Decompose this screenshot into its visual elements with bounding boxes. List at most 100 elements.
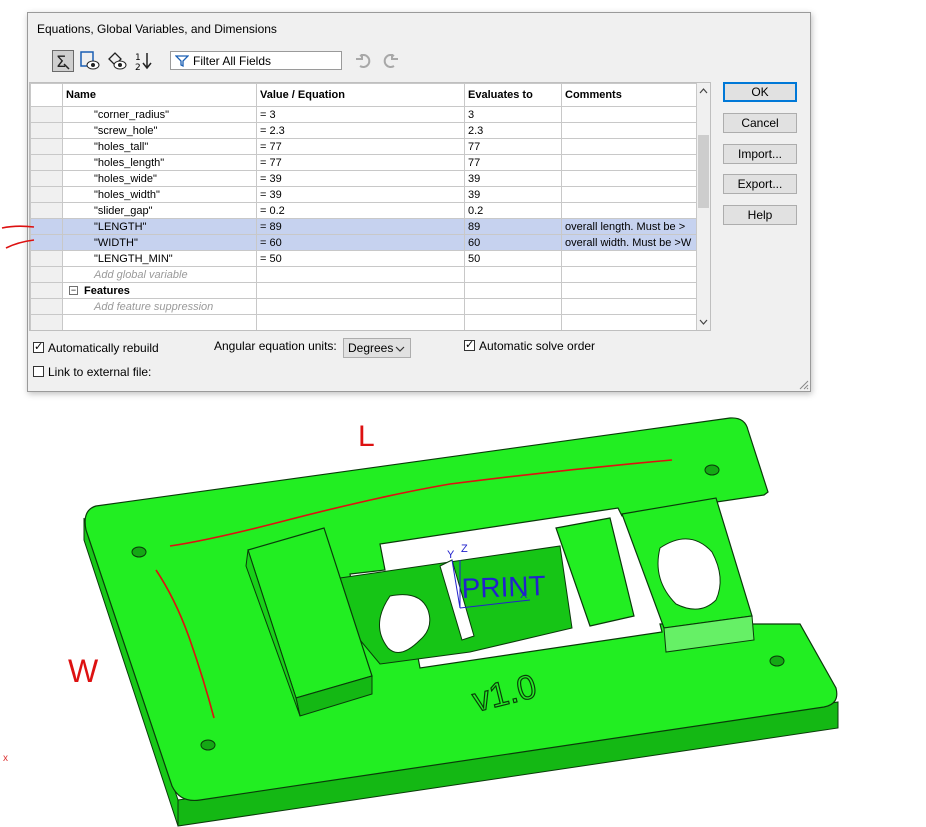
evaluates-cell[interactable]: 89 [464,218,562,235]
row-header-cell[interactable] [30,122,63,139]
empty-cell[interactable] [62,314,257,330]
sketch-equation-view-button[interactable] [79,50,101,72]
model-viewport[interactable]: PRINT v1.0 Y Z X L W [0,400,926,827]
variable-name-cell[interactable]: "corner_radius" [62,106,257,123]
evaluates-cell[interactable]: 77 [464,138,562,155]
add-suppression-row[interactable]: Add feature suppression [30,298,697,315]
redo-button[interactable] [380,51,400,71]
evaluates-cell[interactable]: 2.3 [464,122,562,139]
row-header-cell[interactable] [30,138,63,155]
comment-cell[interactable] [561,250,697,267]
grid-vertical-scrollbar[interactable] [697,83,710,330]
comment-cell[interactable] [561,154,697,171]
empty-cell[interactable] [561,298,697,315]
evaluates-cell[interactable]: 50 [464,250,562,267]
value-equation-cell[interactable]: = 39 [256,186,465,203]
value-equation-cell[interactable]: = 89 [256,218,465,235]
export-button[interactable]: Export... [723,174,797,194]
empty-cell[interactable] [256,298,465,315]
empty-cell[interactable] [464,314,562,330]
value-equation-cell[interactable]: = 39 [256,170,465,187]
dimension-view-button[interactable] [106,50,128,72]
column-header-evaluates[interactable]: Evaluates to [464,83,562,107]
variable-name-cell[interactable]: "holes_wide" [62,170,257,187]
variable-name-cell[interactable]: "slider_gap" [62,202,257,219]
column-header-value[interactable]: Value / Equation [256,83,465,107]
angular-units-select[interactable]: Degrees [343,338,411,358]
help-button[interactable]: Help [723,205,797,225]
ok-button[interactable]: OK [723,82,797,102]
comment-cell[interactable] [561,138,697,155]
empty-cell[interactable] [464,266,562,283]
value-equation-cell[interactable]: = 3 [256,106,465,123]
table-row[interactable] [30,314,697,330]
equation-view-button[interactable]: Σ [52,50,74,72]
scrollbar-thumb[interactable] [698,135,709,208]
variable-name-cell[interactable]: "holes_width" [62,186,257,203]
value-equation-cell[interactable]: = 60 [256,234,465,251]
empty-cell[interactable] [561,282,697,299]
import-button[interactable]: Import... [723,144,797,164]
variable-name-cell[interactable]: "WIDTH" [62,234,257,251]
value-equation-cell[interactable]: = 0.2 [256,202,465,219]
row-header-cell[interactable] [30,250,63,267]
value-equation-cell[interactable]: = 77 [256,138,465,155]
table-row[interactable]: "holes_wide" = 39 39 [30,170,697,187]
row-header-cell[interactable] [30,266,63,283]
link-external-checkbox[interactable] [33,366,44,377]
evaluates-cell[interactable]: 60 [464,234,562,251]
add-feature-suppression-cell[interactable]: Add feature suppression [62,298,257,315]
row-header-cell[interactable] [30,298,63,315]
add-variable-row[interactable]: Add global variable [30,266,697,283]
comment-cell[interactable] [561,170,697,187]
column-header-name[interactable]: Name [62,83,257,107]
empty-cell[interactable] [561,266,697,283]
auto-solve-checkbox[interactable] [464,338,475,351]
table-row[interactable]: "holes_length" = 77 77 [30,154,697,171]
variable-name-cell[interactable]: "LENGTH_MIN" [62,250,257,267]
row-header-cell[interactable] [30,282,63,299]
table-row[interactable]: "slider_gap" = 0.2 0.2 [30,202,697,219]
add-global-variable-cell[interactable]: Add global variable [62,266,257,283]
table-row[interactable]: "holes_tall" = 77 77 [30,138,697,155]
empty-cell[interactable] [256,314,465,330]
table-row[interactable]: "LENGTH" = 89 89 overall length. Must be > [30,218,697,235]
comment-cell[interactable] [561,106,697,123]
value-equation-cell[interactable]: = 2.3 [256,122,465,139]
auto-rebuild-checkbox[interactable] [33,340,44,353]
comment-cell[interactable]: overall width. Must be >W [561,234,697,251]
undo-button[interactable] [354,51,374,71]
empty-cell[interactable] [464,282,562,299]
evaluates-cell[interactable]: 39 [464,170,562,187]
value-equation-cell[interactable]: = 77 [256,154,465,171]
table-row[interactable]: "screw_hole" = 2.3 2.3 [30,122,697,139]
value-equation-cell[interactable]: = 50 [256,250,465,267]
row-header-cell[interactable] [30,186,63,203]
cancel-button[interactable]: Cancel [723,113,797,133]
row-header-cell[interactable] [30,154,63,171]
variable-name-cell[interactable]: "holes_tall" [62,138,257,155]
empty-cell[interactable] [30,314,63,330]
ordered-view-button[interactable]: 12 [133,50,155,73]
variable-name-cell[interactable]: "LENGTH" [62,218,257,235]
resize-grip-icon[interactable] [797,378,809,390]
comment-cell[interactable] [561,122,697,139]
table-row[interactable]: "holes_width" = 39 39 [30,186,697,203]
row-header-cell[interactable] [30,106,63,123]
collapse-icon[interactable]: − [69,285,78,295]
empty-cell[interactable] [256,266,465,283]
table-row[interactable]: "WIDTH" = 60 60 overall width. Must be >W [30,234,697,251]
evaluates-cell[interactable]: 39 [464,186,562,203]
column-header-comments[interactable]: Comments [561,83,697,107]
table-row[interactable]: "LENGTH_MIN" = 50 50 [30,250,697,267]
table-row[interactable]: "corner_radius" = 33 [30,106,697,123]
row-header-cell[interactable] [30,170,63,187]
filter-input[interactable]: Filter All Fields [170,51,342,70]
empty-cell[interactable] [464,298,562,315]
features-section-row[interactable]: − Features [30,282,697,299]
evaluates-cell[interactable]: 3 [464,106,562,123]
evaluates-cell[interactable]: 77 [464,154,562,171]
empty-cell[interactable] [256,282,465,299]
variable-name-cell[interactable]: "holes_length" [62,154,257,171]
variable-name-cell[interactable]: "screw_hole" [62,122,257,139]
